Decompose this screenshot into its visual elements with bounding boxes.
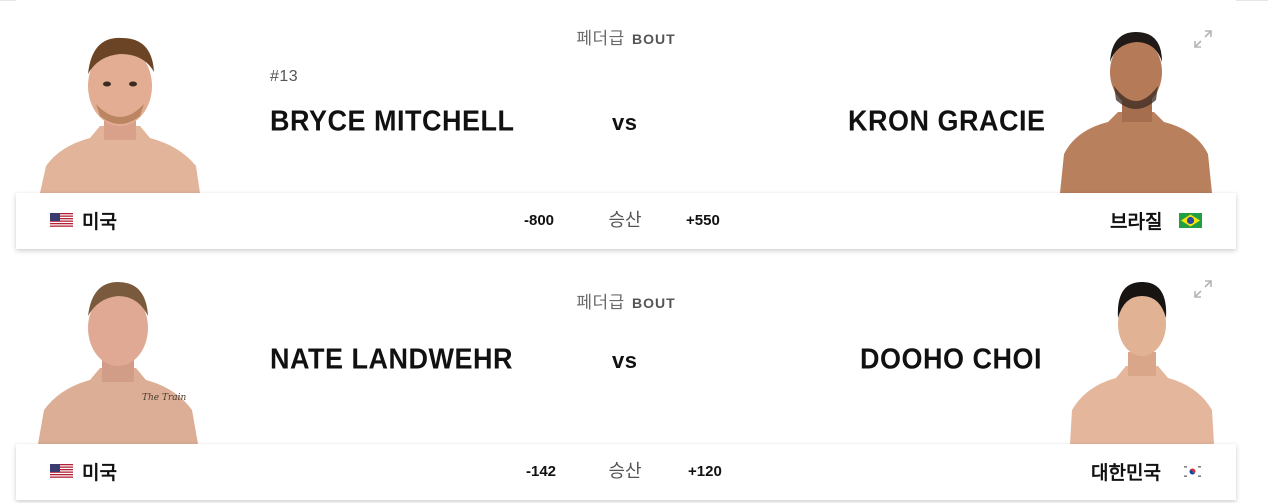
red-fighter-country: 미국 (82, 463, 117, 484)
korea-flag-icon (1181, 464, 1204, 479)
bout-card[interactable]: 페더급 BOUT #13 BRYCE MITCHELL vs KRON GRAC… (16, 0, 1236, 250)
bout-card[interactable]: 페더급 BOUT The Train NATE LANDWEHR vs DOOH… (16, 262, 1236, 502)
blue-fighter-country: 대한민국 (1091, 463, 1161, 484)
odds-label: 승산 (608, 210, 642, 230)
bout-odds-bar: 미국 -800 승산 +550 브라질 (16, 193, 1236, 249)
us-flag-icon (50, 213, 73, 228)
red-fighter-photo[interactable]: The Train (38, 278, 198, 444)
blue-fighter-name[interactable]: DOOHO CHOI (860, 343, 1042, 376)
weight-class-label: 페더급 BOUT (576, 293, 676, 312)
blue-fighter-odds: +550 (686, 212, 720, 229)
odds-label: 승산 (608, 461, 642, 481)
blue-fighter-country: 브라질 (1110, 212, 1163, 233)
blue-fighter-name[interactable]: KRON GRACIE (848, 105, 1046, 138)
svg-text:The Train: The Train (142, 393, 187, 403)
red-fighter-name[interactable]: BRYCE MITCHELL (270, 105, 515, 138)
blue-fighter-photo[interactable] (1056, 26, 1216, 193)
us-flag-icon (50, 464, 73, 479)
brazil-flag-icon (1179, 213, 1202, 228)
red-fighter-country: 미국 (82, 212, 117, 233)
vs-label: vs (612, 348, 638, 373)
fighter-rank: #13 (270, 68, 299, 85)
red-fighter-odds: -142 (526, 463, 557, 480)
red-fighter-odds: -800 (524, 212, 555, 229)
vs-label: vs (612, 110, 638, 135)
blue-fighter-odds: +120 (688, 463, 722, 480)
blue-fighter-photo[interactable] (1062, 278, 1222, 444)
red-fighter-name[interactable]: NATE LANDWEHR (270, 343, 513, 376)
bout-odds-bar: 미국 -142 승산 +120 대한민국 (16, 444, 1236, 500)
red-fighter-photo[interactable] (40, 26, 200, 193)
